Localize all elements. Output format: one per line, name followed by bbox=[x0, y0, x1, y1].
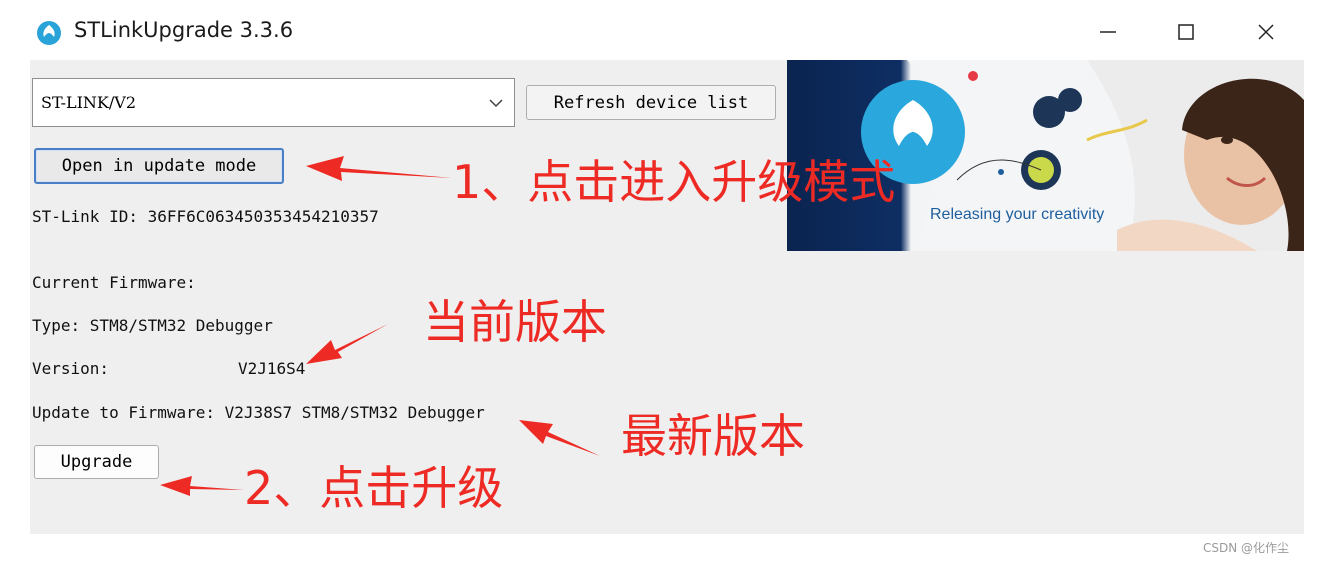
arrow-current bbox=[306, 324, 388, 364]
arrow-step2 bbox=[160, 476, 244, 496]
annotation-latest-version: 最新版本 bbox=[621, 409, 805, 463]
annotation-step1: 1、点击进入升级模式 bbox=[452, 155, 896, 209]
arrow-step1 bbox=[306, 156, 452, 181]
arrow-latest bbox=[519, 420, 600, 456]
annotation-current-version: 当前版本 bbox=[423, 295, 607, 349]
annotation-step2: 2、点击升级 bbox=[244, 461, 504, 515]
annotation-arrows bbox=[160, 156, 600, 496]
watermark: CSDN @化作尘 bbox=[1203, 541, 1290, 555]
